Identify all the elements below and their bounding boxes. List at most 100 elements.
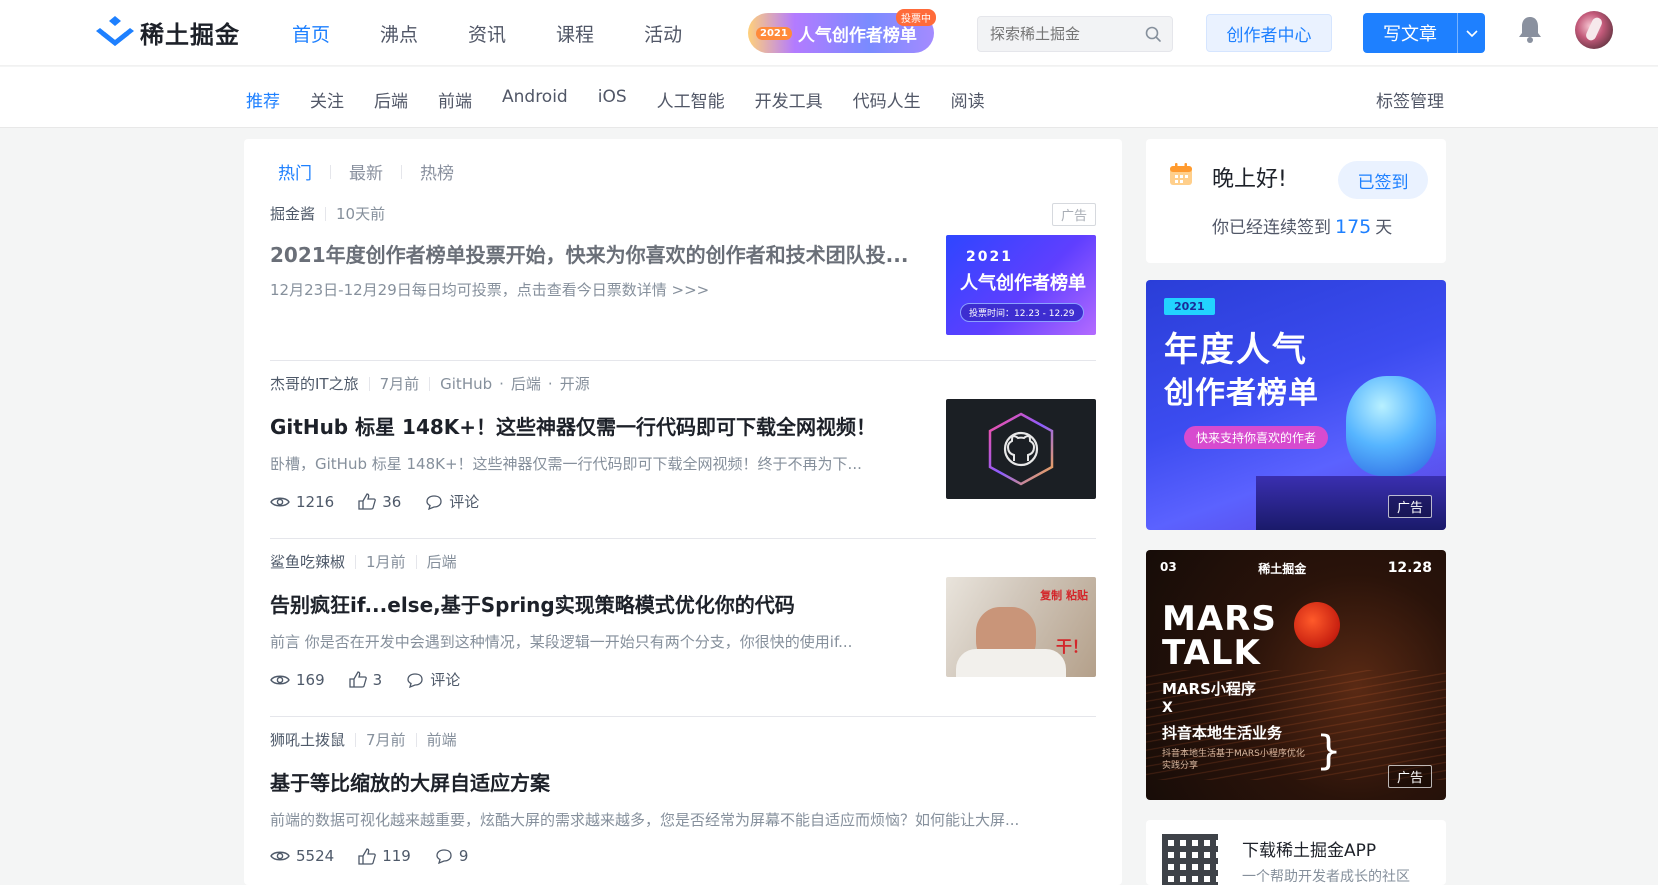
- user-avatar[interactable]: [1575, 11, 1613, 49]
- eye-icon: [270, 675, 290, 684]
- creator-ranking-banner[interactable]: 2021 人气创作者榜单 投票中: [748, 9, 936, 53]
- list-item[interactable]: 鲨鱼吃辣椒 1月前 后端 告别疯狂if...else,基于Spring实现策略模…: [270, 551, 1096, 717]
- tag-manage-link[interactable]: 标签管理: [1376, 87, 1444, 112]
- brace-icon: }: [1316, 728, 1342, 774]
- article-stats: 1216 36 评论: [270, 491, 503, 512]
- banner-year: 2021: [756, 26, 792, 40]
- category-follow[interactable]: 关注: [310, 87, 344, 112]
- brand-name: 稀土掘金: [140, 20, 240, 49]
- article-abstract: 卧槽，GitHub 标星 148K+！这些神器仅需一行代码即可下载全网视频！终于…: [270, 455, 862, 473]
- category-recommend[interactable]: 推荐: [246, 87, 280, 112]
- view-count-value: 169: [296, 670, 325, 689]
- like-count[interactable]: 3: [348, 671, 382, 689]
- streak-prefix: 你已经连续签到: [1212, 218, 1331, 238]
- article-title[interactable]: 基于等比缩放的大屏自适应方案: [270, 767, 910, 796]
- tab-latest[interactable]: 最新: [349, 159, 383, 184]
- search-icon[interactable]: [1144, 25, 1162, 43]
- category-code-life[interactable]: 代码人生: [853, 87, 921, 112]
- tab-hot[interactable]: 热门: [278, 159, 312, 184]
- comment-count[interactable]: 9: [435, 847, 468, 865]
- category-nav: 推荐 关注 后端 前端 Android iOS 人工智能 开发工具 代码人生 阅…: [0, 67, 1658, 128]
- category-devtools[interactable]: 开发工具: [755, 87, 823, 112]
- list-item[interactable]: 狮吼土拨鼠 7月前 前端 基于等比缩放的大屏自适应方案 前端的数据可视化越来越重…: [270, 729, 1096, 885]
- category-reading[interactable]: 阅读: [951, 87, 985, 112]
- chevron-down-icon: [1465, 30, 1478, 38]
- article-title[interactable]: 告别疯狂if...else,基于Spring实现策略模式优化你的代码: [270, 589, 910, 618]
- article-abstract: 前端的数据可视化越来越重要，炫酷大屏的需求越来越多，您是否经常为屏幕不能自适应而…: [270, 811, 1020, 829]
- view-count: 5524: [270, 847, 334, 865]
- meta-divider: [429, 376, 431, 391]
- list-item[interactable]: 杰哥的IT之旅 7月前 GitHub · 后端 · 开源 GitHub 标星 1…: [270, 373, 1096, 539]
- creator-center-button[interactable]: 创作者中心: [1206, 14, 1332, 52]
- list-item[interactable]: 掘金酱 10天前 广告 2021年度创作者榜单投票开始，快来为你喜欢的创作者和技…: [270, 203, 1096, 361]
- search-input[interactable]: [978, 17, 1138, 51]
- thumbs-up-icon: [348, 671, 367, 688]
- top-header: 稀土掘金 首页 沸点 资讯 课程 活动 2021 人气创作者榜单 投票中 创作者…: [0, 0, 1658, 66]
- article-tag[interactable]: 后端: [427, 551, 457, 572]
- article-author[interactable]: 杰哥的IT之旅: [270, 373, 359, 394]
- nav-courses[interactable]: 课程: [556, 20, 594, 47]
- comment-count[interactable]: 评论: [406, 669, 460, 690]
- like-count-value: 119: [382, 847, 411, 865]
- main-nav: 首页 沸点 资讯 课程 活动: [292, 20, 732, 47]
- view-count: 1216: [270, 493, 334, 511]
- article-time: 7月前: [379, 375, 420, 393]
- category-ios[interactable]: iOS: [598, 87, 627, 112]
- write-article-button[interactable]: 写文章: [1363, 13, 1485, 53]
- category-ai[interactable]: 人工智能: [657, 87, 725, 112]
- like-count[interactable]: 36: [358, 493, 401, 511]
- article-abstract: 前言 你是否在开发中会遇到这种情况，某段逻辑一开始只有两个分支，你很快的使用if…: [270, 633, 853, 651]
- tag-dot: ·: [499, 374, 504, 393]
- promo-date: 12.28: [1387, 560, 1432, 576]
- comment-icon: [426, 494, 442, 510]
- comment-count[interactable]: 评论: [425, 491, 479, 512]
- meme-caption-bottom: 干！: [1055, 637, 1088, 656]
- article-thumbnail[interactable]: 复制 粘贴 干！: [946, 577, 1096, 677]
- article-tag[interactable]: GitHub: [440, 375, 492, 393]
- like-count[interactable]: 119: [358, 847, 411, 865]
- article-thumbnail[interactable]: 2021 人气创作者榜单 投票时间：12.23 - 12.29: [946, 235, 1096, 335]
- notification-bell-icon[interactable]: [1516, 14, 1544, 44]
- signed-in-button[interactable]: 已签到: [1338, 161, 1428, 199]
- nav-news[interactable]: 资讯: [468, 20, 506, 47]
- promo-top-row: 03 稀土掘金 12.28: [1160, 560, 1432, 577]
- qr-code-icon: [1162, 834, 1218, 885]
- article-author[interactable]: 鲨鱼吃辣椒: [270, 551, 345, 572]
- meta-divider: [325, 206, 327, 221]
- creator-ranking-ad[interactable]: 2021 年度人气 创作者榜单 快来支持你喜欢的作者 广告: [1146, 280, 1446, 530]
- nav-pins[interactable]: 沸点: [380, 20, 418, 47]
- brand-logo[interactable]: 稀土掘金: [96, 14, 240, 50]
- category-frontend[interactable]: 前端: [438, 87, 472, 112]
- eye-icon: [270, 497, 290, 506]
- mars-word: MARS: [1162, 599, 1277, 639]
- article-stats: 169 3 评论: [270, 669, 484, 690]
- streak-days: 175: [1335, 216, 1372, 238]
- banner-vote-badge: 投票中: [896, 9, 936, 26]
- search-box: [977, 16, 1173, 52]
- download-app-card[interactable]: 下载稀土掘金APP 一个帮助开发者成长的社区: [1146, 820, 1446, 885]
- calendar-icon: [1170, 163, 1192, 185]
- mars-talk-ad[interactable]: 03 稀土掘金 12.28 MARS TALK MARS小程序 X 抖音本地生活…: [1146, 550, 1446, 800]
- comment-count-value: 评论: [430, 671, 461, 689]
- nav-events[interactable]: 活动: [644, 20, 682, 47]
- view-count-value: 1216: [296, 492, 335, 511]
- article-tag[interactable]: 前端: [427, 729, 457, 750]
- article-stats: 5524 119 9: [270, 847, 492, 865]
- promo-year-tag: 2021: [1164, 298, 1215, 315]
- thumbs-up-icon: [358, 847, 377, 865]
- article-tag[interactable]: 后端: [511, 373, 541, 394]
- category-backend[interactable]: 后端: [374, 87, 408, 112]
- article-title[interactable]: GitHub 标星 148K+！这些神器仅需一行代码即可下载全网视频！: [270, 411, 910, 440]
- write-dropdown-toggle[interactable]: [1458, 28, 1485, 38]
- category-android[interactable]: Android: [502, 87, 568, 112]
- article-title[interactable]: 2021年度创作者榜单投票开始，快来为你喜欢的创作者和技术团队投...: [270, 239, 910, 268]
- article-meta: 狮吼土拨鼠 7月前 前端: [270, 729, 457, 750]
- tab-ranking[interactable]: 热榜: [420, 159, 454, 184]
- nav-home[interactable]: 首页: [292, 20, 330, 47]
- article-author[interactable]: 掘金酱: [270, 203, 315, 224]
- tab-divider: [401, 164, 402, 179]
- article-thumbnail[interactable]: [946, 399, 1096, 499]
- article-tag[interactable]: 开源: [560, 373, 590, 394]
- article-author[interactable]: 狮吼土拨鼠: [270, 729, 345, 750]
- promo-headline-2: 创作者榜单: [1164, 376, 1319, 411]
